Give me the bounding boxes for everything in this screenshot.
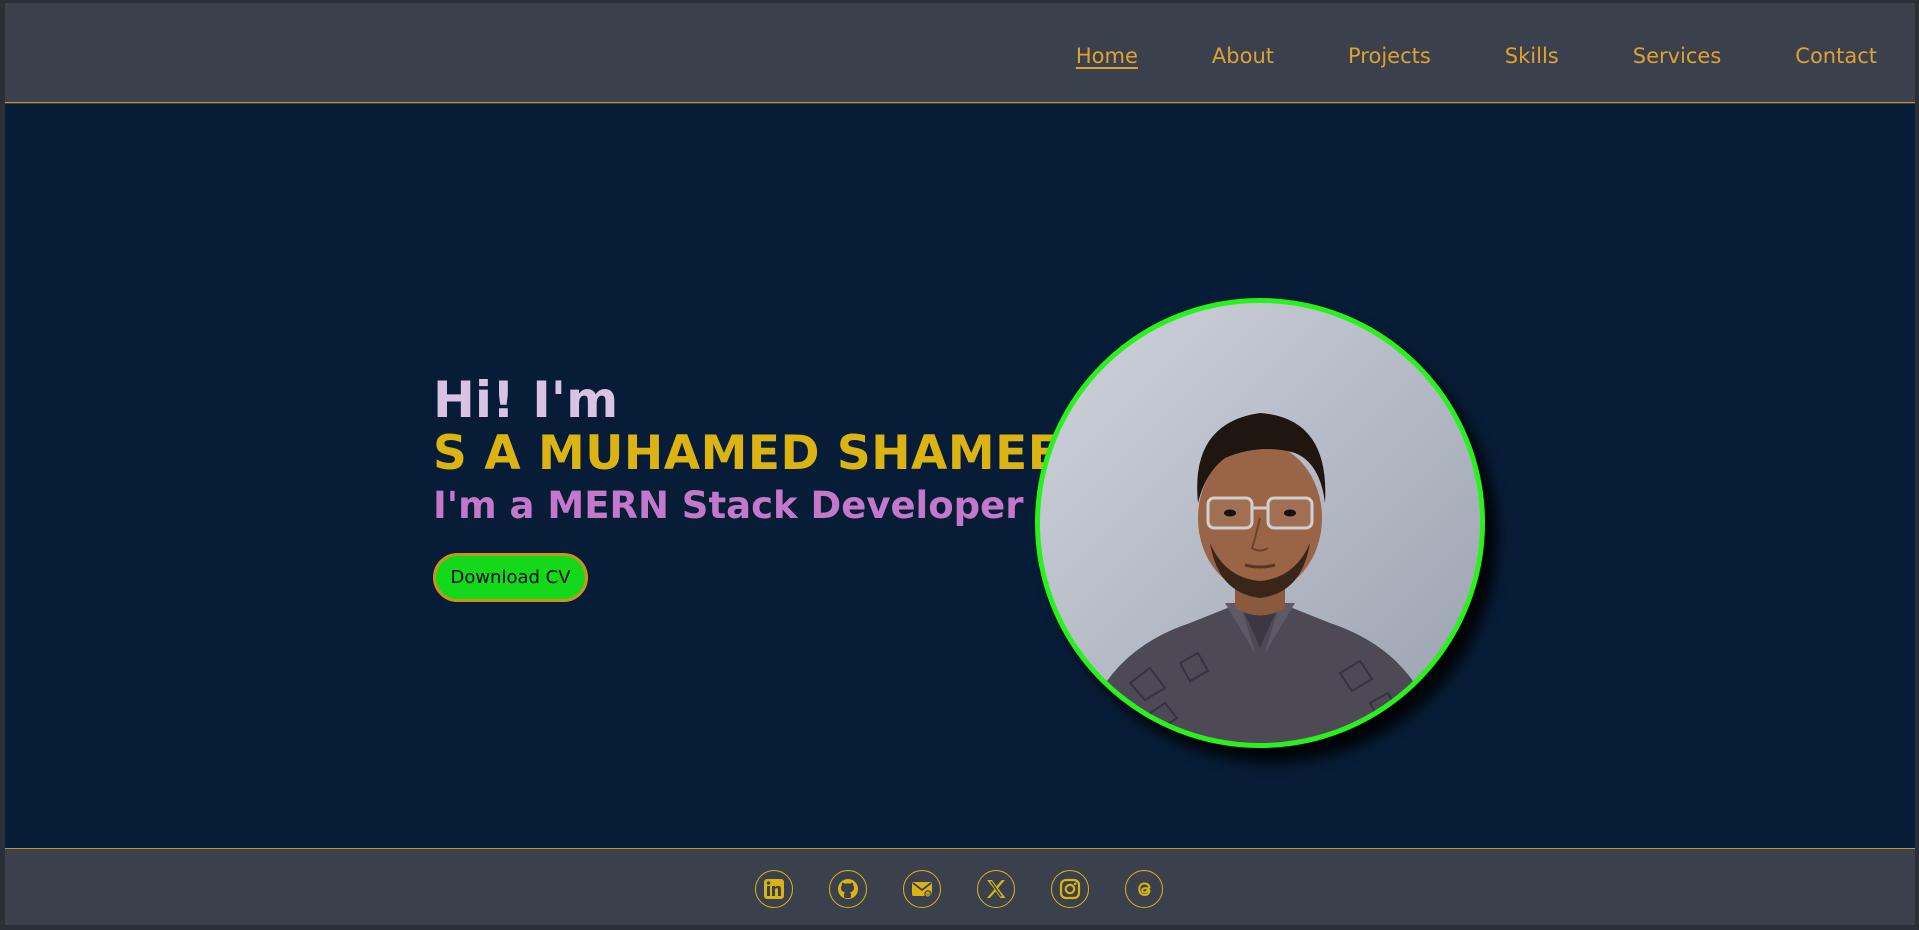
svg-text:@: @ [926, 892, 931, 898]
social-links: @ [755, 870, 1199, 908]
hero-role: I'm a MERN Stack Developer [433, 484, 1024, 527]
hero-section: Hi! I'm S A MUHAMED SHAMEEM I'm a MERN S… [5, 104, 1915, 849]
linkedin-icon[interactable] [755, 870, 793, 908]
download-cv-button[interactable]: Download CV [433, 553, 588, 602]
nav-links: Home About Projects Skills Services Cont… [1002, 42, 1877, 70]
nav-skills[interactable]: Skills [1505, 42, 1559, 70]
nav-home[interactable]: Home [1076, 42, 1138, 70]
hero-greeting: Hi! I'm [433, 371, 619, 429]
nav-about[interactable]: About [1212, 42, 1274, 70]
mail-icon[interactable]: @ [903, 870, 941, 908]
nav-projects[interactable]: Projects [1348, 42, 1431, 70]
instagram-icon[interactable] [1051, 870, 1089, 908]
threads-icon[interactable] [1125, 870, 1163, 908]
navbar: Home About Projects Skills Services Cont… [5, 3, 1915, 103]
profile-photo-illustration [1040, 303, 1480, 743]
footer: @ [5, 850, 1915, 925]
page-frame: Home About Projects Skills Services Cont… [5, 3, 1915, 925]
github-icon[interactable] [829, 870, 867, 908]
nav-contact[interactable]: Contact [1795, 42, 1877, 70]
profile-photo [1035, 298, 1485, 748]
x-icon[interactable] [977, 870, 1015, 908]
nav-services[interactable]: Services [1633, 42, 1722, 70]
hero-name: S A MUHAMED SHAMEEM [433, 426, 1108, 481]
